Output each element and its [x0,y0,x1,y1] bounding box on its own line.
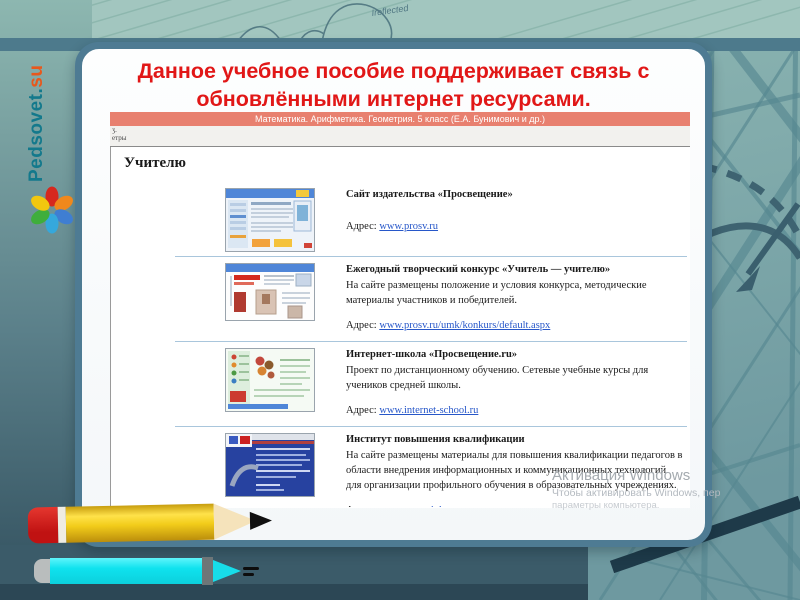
pencil-eraser [27,506,59,544]
thumbnail-internet-school-site[interactable] [225,348,315,412]
list-item: Сайт издательства «Просвещение» Адрес: w… [111,182,690,256]
item-link[interactable]: www.prosv.ru/umk/konkurs/default.aspx [379,320,550,331]
toolbar-glyph: ʒ. [112,126,117,134]
thumbnail-konkurs-site[interactable] [225,263,315,321]
item-link[interactable]: www.prosv.ru [379,221,438,232]
item-description: На сайте размещены положение и условия к… [346,279,647,306]
pedsovet-flower-icon [31,186,73,234]
brand-logo-text: Pedsovet.su [26,65,48,182]
windows-activation-watermark: Активация Windows Чтобы активировать Win… [552,466,777,511]
brand-suffix: su [26,64,47,88]
slide-title-line1: Данное учебное пособие поддерживает связ… [137,59,650,83]
item-address: Адрес: www.prosv.ru [346,220,439,232]
item-address: Адрес: www.prosv.ru/umk/konkurs/default.… [346,319,551,331]
item-link[interactable]: www.prosv-ipk.ru [379,505,455,507]
cyan-pen-image [34,556,259,586]
thumbnail-prosv-site[interactable] [225,188,315,252]
app-toolbar: ʒ. етры [110,126,690,147]
brand-primary: Pedsovet. [26,87,47,182]
list-item: Ежегодный творческий конкурс «Учитель — … [111,257,690,341]
item-link[interactable]: www.internet-school.ru [379,405,478,416]
slide-panel: Данное учебное пособие поддерживает связ… [75,42,720,547]
section-title: Учителю [124,155,187,171]
slide-title-line2: обновлёнными интернет ресурсами. [196,86,591,111]
list-item: Интернет-школа «Просвещение.ru» Проект п… [111,342,690,426]
item-title: Сайт издательства «Просвещение» [346,189,513,200]
resource-list: Учителю Сайт издательства «Просвещение» … [110,147,690,507]
pencil-tip [249,511,273,530]
pen-tip [243,566,259,576]
watermark-line1: Активация Windows [552,467,691,484]
app-screenshot: Математика. Арифметика. Геометрия. 5 кла… [110,112,690,508]
item-address: Адрес: www.internet-school.ru [346,404,479,416]
app-title-bar: Математика. Арифметика. Геометрия. 5 кла… [110,112,690,126]
thumbnail-ipk-site[interactable] [225,433,315,497]
slide-title: Данное учебное пособие поддерживает связ… [88,58,699,113]
item-title: Интернет-школа «Просвещение.ru» [346,349,518,360]
toolbar-fragment: етры [112,134,127,142]
yellow-pencil-image [27,498,273,547]
watermark-line3: параметры компьютера. [552,500,660,511]
item-title: Институт повышения квалификации [346,434,525,445]
watermark-line2: Чтобы активировать Windows, пер [552,487,721,499]
item-description: Проект по дистанционному обучению. Сетев… [346,364,649,391]
item-title: Ежегодный творческий конкурс «Учитель — … [346,264,611,275]
